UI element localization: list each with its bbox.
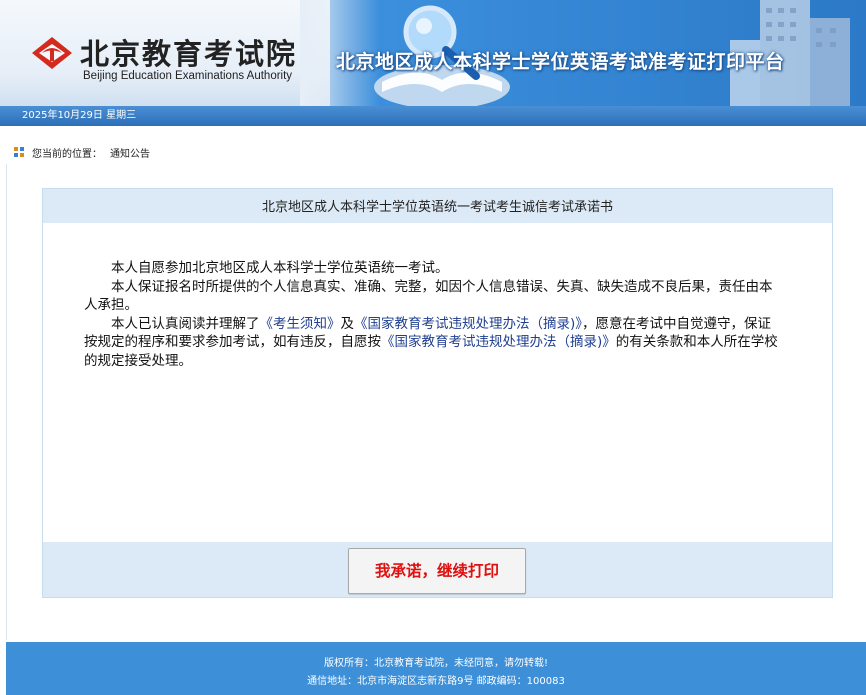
violation-rules-link[interactable]: 《国家教育考试违规处理办法（摘录)》	[354, 316, 582, 332]
footer-address: 通信地址：北京市海淀区志新东路9号 邮政编码：100083	[307, 676, 565, 687]
platform-title: 北京地区成人本科学士学位英语考试准考证打印平台	[336, 51, 785, 73]
current-date: 2025年10月29日 星期三	[22, 110, 137, 121]
pledge-action-bar: 我承诺，继续打印	[43, 542, 832, 597]
org-name-en: Beijing Education Examinations Authority	[83, 70, 293, 82]
header-banner: 北京教育考试院 Beijing Education Examinations A…	[0, 0, 866, 106]
footer: 版权所有：北京教育考试院，未经同意，请勿转载! 通信地址：北京市海淀区志新东路9…	[6, 642, 866, 695]
breadcrumb-grid-icon	[14, 147, 24, 157]
breadcrumb-current[interactable]: 通知公告	[110, 145, 150, 160]
pledge-confirm-print-button[interactable]: 我承诺，继续打印	[348, 548, 526, 594]
date-bar: 2025年10月29日 星期三	[0, 106, 866, 126]
footer-copyright: 版权所有：北京教育考试院，未经同意，请勿转载!	[323, 658, 548, 669]
pledge-paragraph-1: 本人自愿参加北京地区成人本科学士学位英语统一考试。	[111, 260, 449, 276]
exam-notice-link[interactable]: 《考生须知》	[260, 316, 341, 332]
breadcrumb: 您当前的位置： 通知公告	[0, 126, 866, 160]
pledge-title: 北京地区成人本科学士学位英语统一考试考生诚信考试承诺书	[43, 189, 832, 223]
org-name-cn: 北京教育考试院	[80, 37, 298, 71]
pledge-paragraph-2: 本人保证报名时所提供的个人信息真实、准确、完整，如因个人信息错误、失真、缺失造成…	[84, 278, 773, 314]
pledge-text: 本人自愿参加北京地区成人本科学士学位英语统一考试。 本人保证报名时所提供的个人信…	[84, 259, 784, 370]
breadcrumb-label: 您当前的位置：	[32, 149, 102, 160]
pledge-paragraph-3: 本人已认真阅读并理解了《考生须知》及《国家教育考试违规处理办法（摘录)》，愿意在…	[84, 315, 778, 369]
beijing-exam-authority-logo-icon	[32, 37, 72, 69]
pledge-panel: 北京地区成人本科学士学位英语统一考试考生诚信考试承诺书 本人自愿参加北京地区成人…	[42, 188, 833, 598]
violation-rules-link-2[interactable]: 《国家教育考试违规处理办法（摘录)》	[381, 334, 616, 350]
